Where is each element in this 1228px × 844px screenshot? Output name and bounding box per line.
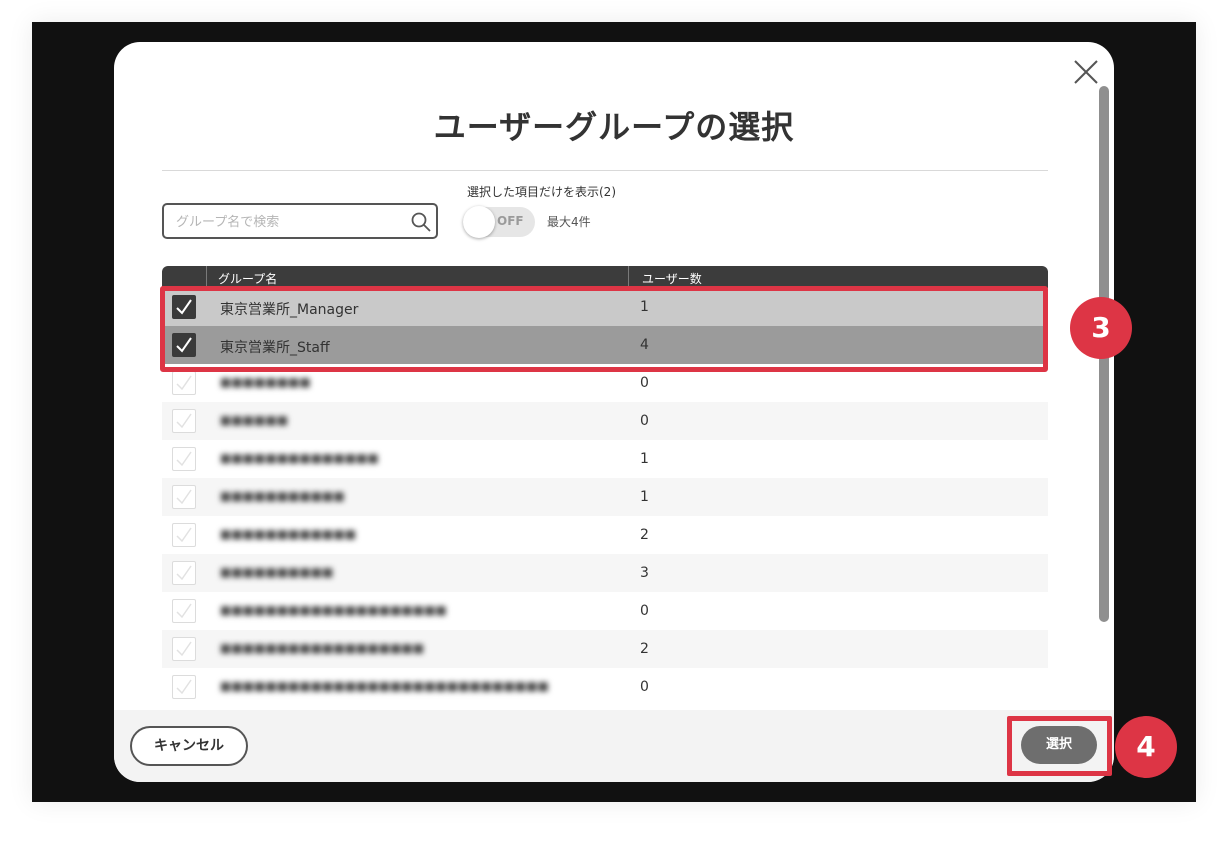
group-select-dialog: ユーザーグループの選択 選択した項目だけを表示(2) OFF 最大4件 グループ… xyxy=(114,42,1114,782)
group-name-cell-redacted: ■■■■■■■■■■ xyxy=(220,565,334,579)
user-count-cell: 1 xyxy=(640,451,649,467)
table-header: グループ名 ユーザー数 xyxy=(162,266,1048,288)
table-row[interactable]: ■■■■■■■■■■■■■■■■■■■■ 0 xyxy=(162,592,1048,630)
checkmark-icon xyxy=(176,527,192,543)
row-checkbox[interactable] xyxy=(172,447,196,471)
checkmark-icon xyxy=(176,641,192,657)
max-selection-label: 最大4件 xyxy=(547,215,591,229)
user-count-cell: 0 xyxy=(640,603,649,619)
cancel-button[interactable]: キャンセル xyxy=(130,726,248,766)
search-box xyxy=(162,203,438,239)
table-row[interactable]: ■■■■■■■■■■■■■■■■■■■■■■■■■■■■■ 0 xyxy=(162,668,1048,706)
dialog-title: ユーザーグループの選択 xyxy=(433,108,795,146)
row-checkbox[interactable] xyxy=(172,561,196,585)
row-checkbox[interactable] xyxy=(172,637,196,661)
title-divider xyxy=(162,170,1048,171)
table-row[interactable]: ■■■■■■■■■■■■■■ 1 xyxy=(162,440,1048,478)
user-count-cell: 2 xyxy=(640,527,649,543)
user-count-cell: 3 xyxy=(640,565,649,581)
dialog-footer: キャンセル 選択 xyxy=(114,710,1114,782)
close-button[interactable] xyxy=(1072,58,1100,86)
user-count-cell: 2 xyxy=(640,641,649,657)
search-input[interactable] xyxy=(174,205,398,239)
group-name-cell-redacted: ■■■■■■ xyxy=(220,413,289,427)
row-checkbox[interactable] xyxy=(172,675,196,699)
checkmark-icon xyxy=(176,565,192,581)
column-header-user-count: ユーザー数 xyxy=(642,272,702,286)
selected-rows-highlight xyxy=(160,286,1048,372)
close-icon xyxy=(1074,60,1098,84)
toggle-state-label: OFF xyxy=(497,214,524,228)
checkmark-icon xyxy=(176,603,192,619)
group-name-cell-redacted: ■■■■■■■■■■■■■■■■■■■■ xyxy=(220,603,447,617)
group-name-cell-redacted: ■■■■■■■■■■■ xyxy=(220,489,345,503)
header-divider xyxy=(206,266,207,288)
header-divider xyxy=(628,266,629,288)
checkmark-icon xyxy=(176,489,192,505)
row-checkbox[interactable] xyxy=(172,523,196,547)
user-count-cell: 0 xyxy=(640,375,649,391)
checkmark-icon xyxy=(176,413,192,429)
checkmark-icon xyxy=(176,679,192,695)
select-button-highlight xyxy=(1007,716,1112,776)
step-4-badge: 4 xyxy=(1115,716,1177,778)
row-checkbox[interactable] xyxy=(172,371,196,395)
selected-only-caption: 選択した項目だけを表示(2) xyxy=(467,185,616,199)
toggle-knob xyxy=(463,206,495,238)
checkmark-icon xyxy=(176,451,192,467)
group-name-cell-redacted: ■■■■■■■■■■■■ xyxy=(220,527,357,541)
checkmark-icon xyxy=(176,375,192,391)
selected-only-toggle[interactable]: OFF xyxy=(463,206,535,238)
row-checkbox[interactable] xyxy=(172,485,196,509)
user-count-cell: 1 xyxy=(640,489,649,505)
user-count-cell: 0 xyxy=(640,413,649,429)
group-name-cell-redacted: ■■■■■■■■■■■■■■ xyxy=(220,451,379,465)
step-3-badge: 3 xyxy=(1070,297,1132,359)
row-checkbox[interactable] xyxy=(172,599,196,623)
user-count-cell: 0 xyxy=(640,679,649,695)
column-header-group-name: グループ名 xyxy=(218,272,278,286)
group-name-cell-redacted: ■■■■■■■■■■■■■■■■■■■■■■■■■■■■■ xyxy=(220,679,549,693)
table-row[interactable]: ■■■■■■■■■■ 3 xyxy=(162,554,1048,592)
search-icon[interactable] xyxy=(410,211,432,233)
row-checkbox[interactable] xyxy=(172,409,196,433)
table-row[interactable]: ■■■■■■ 0 xyxy=(162,402,1048,440)
table-row[interactable]: ■■■■■■■■■■■ 1 xyxy=(162,478,1048,516)
group-name-cell-redacted: ■■■■■■■■■■■■■■■■■■ xyxy=(220,641,425,655)
table-row[interactable]: ■■■■■■■■■■■■ 2 xyxy=(162,516,1048,554)
group-name-cell-redacted: ■■■■■■■■ xyxy=(220,375,311,389)
table-row[interactable]: ■■■■■■■■■■■■■■■■■■ 2 xyxy=(162,630,1048,668)
